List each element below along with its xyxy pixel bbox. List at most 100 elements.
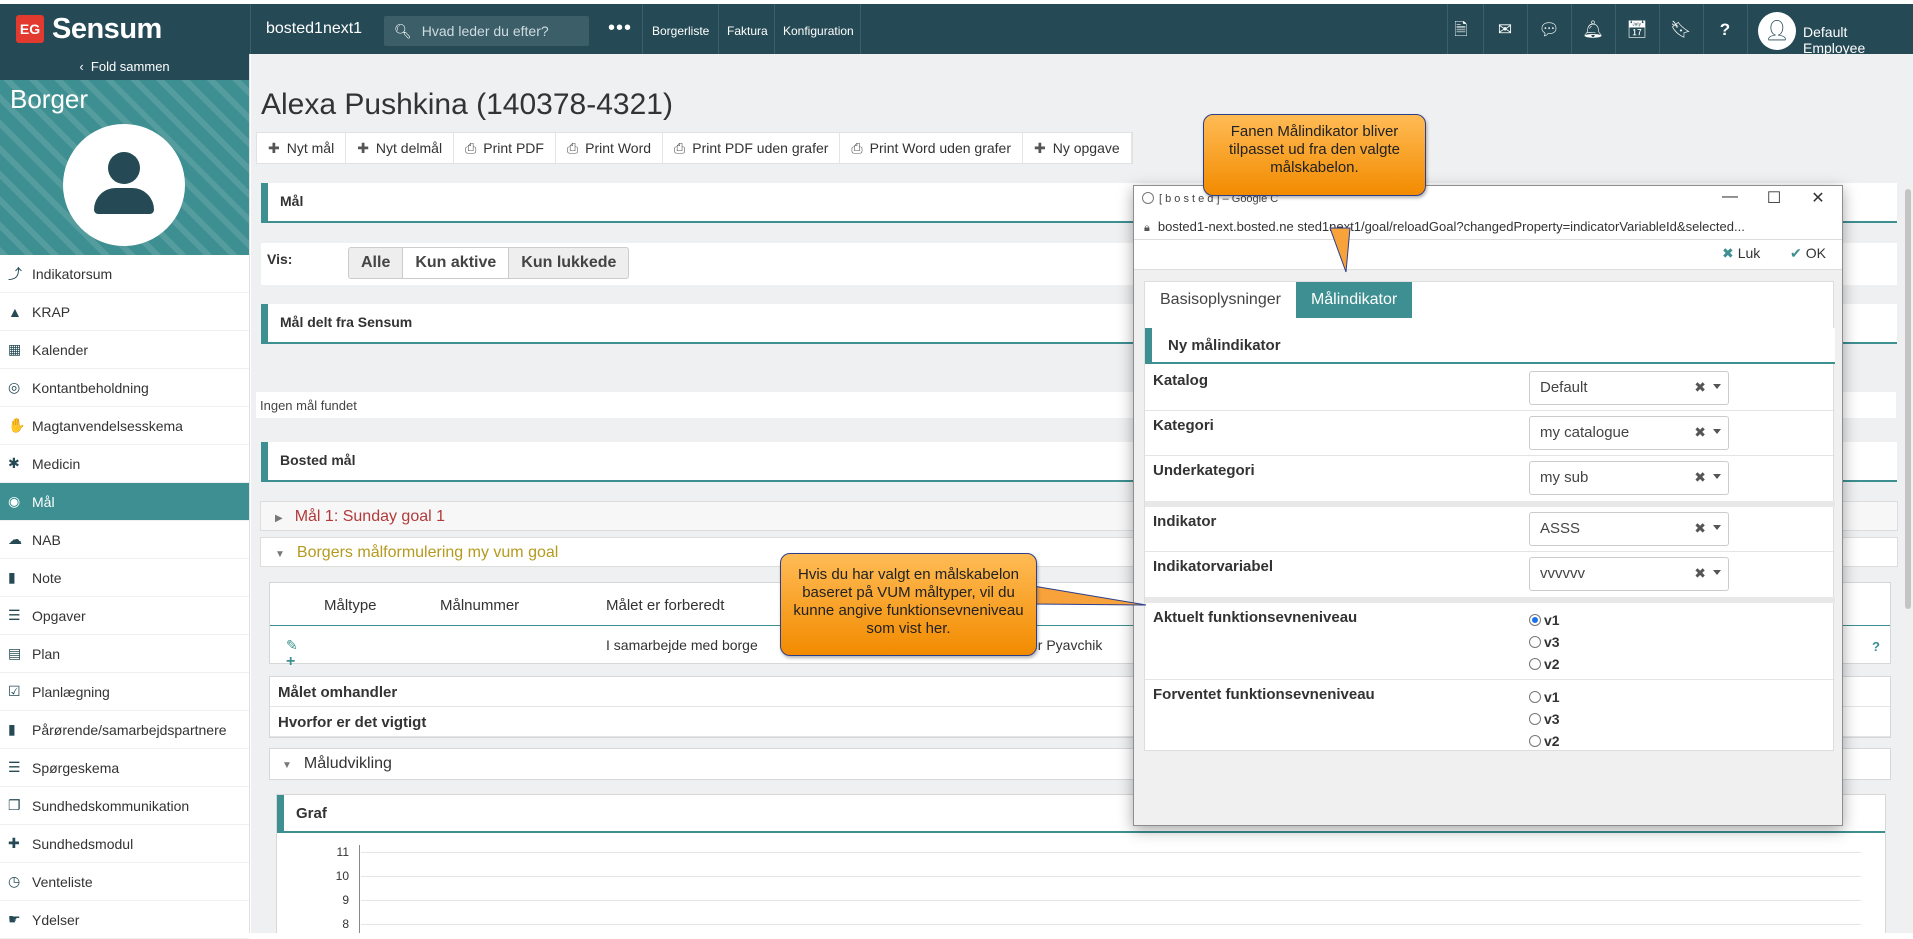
sidebar-item-venteliste[interactable]: ◷ Venteliste	[0, 863, 249, 901]
clear-icon[interactable]: ✖	[1694, 469, 1706, 486]
search-input[interactable]: 🔍︎ Hvad leder du efter?	[384, 16, 589, 46]
sidebar-item-kontantbeholdning[interactable]: ◎ Kontantbeholdning	[0, 369, 249, 407]
forventet-radio-v3[interactable]: v3	[1529, 708, 1560, 730]
nav-link-konfiguration[interactable]: Konfiguration	[783, 24, 854, 38]
aktuelt-radio-v2[interactable]: v2	[1529, 653, 1560, 675]
sidebar-item-sundhedskommunikation[interactable]: ❐ Sundhedskommunikation	[0, 787, 249, 825]
forventet-radio-v2[interactable]: v2	[1529, 730, 1560, 752]
sidebar-item-magtanvendelsesskema[interactable]: ✋ Magtanvendelsesskema	[0, 407, 249, 445]
indikatorvariabel-select[interactable]: vvvvvv ✖	[1529, 557, 1729, 591]
nav-link-borgerliste[interactable]: Borgerliste	[652, 24, 709, 38]
sidebar-item-kalender[interactable]: ▦ Kalender	[0, 331, 249, 369]
sidebar-item-plan[interactable]: ▤ Plan	[0, 635, 249, 673]
help-icon[interactable]: ?	[1714, 19, 1736, 41]
sidebar-item-nab[interactable]: ☁ NAB	[0, 521, 249, 559]
clear-icon[interactable]: ✖	[1694, 520, 1706, 537]
action-ny-opgave-button[interactable]: ✚ Ny opgave	[1023, 133, 1132, 163]
radio-circle[interactable]	[1529, 735, 1541, 747]
sidebar-item-label: Note	[32, 569, 62, 586]
action-label: Ny opgave	[1052, 140, 1120, 156]
action-nyt-mål-button[interactable]: ✚ Nyt mål	[257, 133, 347, 163]
page-scrollbar-thumb[interactable]	[1905, 189, 1911, 609]
sidebar-item-opgaver[interactable]: ☰ Opgaver	[0, 597, 249, 635]
user-avatar[interactable]: 👤︎	[1758, 12, 1796, 50]
radio-label: v2	[1544, 733, 1560, 749]
close-button[interactable]: ✖ Luk	[1722, 245, 1760, 262]
chat-icon[interactable]: 💬︎	[1538, 19, 1560, 41]
piggy-bank-icon: ◎	[8, 379, 21, 395]
mail-icon[interactable]: ✉︎	[1494, 19, 1516, 41]
logo[interactable]: EG Sensum	[16, 13, 162, 45]
more-menu-button[interactable]: •••	[608, 17, 632, 40]
sidebar-item-planlægning[interactable]: ☑ Planlægning	[0, 673, 249, 711]
user-name[interactable]: Default Employee	[1803, 24, 1913, 56]
dropdown-arrow-icon	[1713, 525, 1721, 530]
page-title: Alexa Pushkina (140378-4321)	[261, 88, 673, 121]
aktuelt-radio-v3[interactable]: v3	[1529, 631, 1560, 653]
add-plus-icon[interactable]: +	[286, 653, 295, 671]
aktuelt-radio-v1[interactable]: v1	[1529, 609, 1560, 631]
action-label: Nyt delmål	[375, 140, 443, 156]
katalog-select[interactable]: Default ✖	[1529, 371, 1729, 405]
action-print-pdf-button[interactable]: ⎙ Print PDF	[454, 133, 556, 163]
action-print-word-button[interactable]: ⎙ Print Word	[556, 133, 664, 163]
forventet-radio-v1[interactable]: v1	[1529, 686, 1560, 708]
nav-link-faktura[interactable]: Faktura	[727, 24, 768, 38]
sidebar-item-mål[interactable]: ◉ Mål	[0, 483, 249, 521]
minimize-icon[interactable]: —	[1718, 188, 1742, 206]
field-row-aktuelt: Aktuelt funktionsevneniveau v1 v3 v2	[1145, 603, 1835, 680]
close-window-icon[interactable]: ✕	[1806, 188, 1830, 208]
clear-icon[interactable]: ✖	[1694, 379, 1706, 396]
sidebar-item-label: Opgaver	[32, 607, 86, 624]
citizen-avatar[interactable]	[63, 124, 185, 246]
target-icon: ◉	[8, 493, 21, 509]
filter-option-kun-lukkede[interactable]: Kun lukkede	[509, 248, 628, 278]
action-nyt-delmål-button[interactable]: ✚ Nyt delmål	[346, 133, 455, 163]
help-question-icon[interactable]: ?	[1872, 639, 1880, 654]
bookmark-icon[interactable]: 🔖︎	[1670, 19, 1692, 41]
action-print-word-uden-grafer-button[interactable]: ⎙ Print Word uden grafer	[840, 133, 1023, 163]
filter-option-kun-aktive[interactable]: Kun aktive	[403, 248, 510, 278]
tenant-name[interactable]: bosted1next1	[266, 20, 362, 38]
sidebar-item-krap[interactable]: ▲ KRAP	[0, 293, 249, 331]
action-print-pdf-uden-grafer-button[interactable]: ⎙ Print PDF uden grafer	[663, 133, 841, 163]
ok-button[interactable]: ✔ OK	[1790, 245, 1826, 262]
field-row-forventet: Forventet funktionsevneniveau v1 v3 v2	[1145, 680, 1835, 752]
bell-icon[interactable]: 🔔︎	[1582, 19, 1604, 41]
radio-circle[interactable]	[1529, 713, 1541, 725]
tab-basisoplysninger[interactable]: Basisoplysninger	[1145, 282, 1296, 318]
document-icon[interactable]: 🗎︎	[1450, 19, 1472, 41]
indikator-select[interactable]: ASSS ✖	[1529, 512, 1729, 546]
list-icon: ☰	[8, 759, 21, 775]
clipboard-icon: ▤	[8, 645, 22, 661]
edit-pencil-icon[interactable]: ✎	[286, 637, 298, 654]
search-icon: 🔍︎	[394, 22, 412, 39]
y-tick-9: 9	[342, 893, 349, 907]
lock-icon: 🔒︎	[1144, 222, 1150, 234]
sidebar-item-label: Sundhedskommunikation	[32, 797, 190, 814]
underkategori-select[interactable]: my sub ✖	[1529, 461, 1729, 495]
radio-circle[interactable]	[1529, 614, 1541, 626]
fold-button[interactable]: ‹ Fold sammen	[0, 54, 249, 80]
clear-icon[interactable]: ✖	[1694, 424, 1706, 441]
filter-option-alle[interactable]: Alle	[349, 248, 404, 278]
radio-circle[interactable]	[1529, 636, 1541, 648]
radio-circle[interactable]	[1529, 691, 1541, 703]
sidebar-item-ydelser[interactable]: ☛ Ydelser	[0, 901, 249, 939]
sidebar-item-indikatorsum[interactable]: ⤴ Indikatorsum	[0, 255, 249, 293]
tab-malindikator[interactable]: Målindikator	[1295, 282, 1413, 318]
sidebar-item-spørgeskema[interactable]: ☰ Spørgeskema	[0, 749, 249, 787]
field-label-aktuelt: Aktuelt funktionsevneniveau	[1153, 609, 1358, 626]
sidebar-item-sundhedsmodul[interactable]: ✚ Sundhedsmodul	[0, 825, 249, 863]
sidebar-item-note[interactable]: ▮ Note	[0, 559, 249, 597]
address-bar[interactable]: 🔒︎ bosted1-next.bosted.ne sted1next1/goal…	[1134, 214, 1842, 240]
cloud-icon: ☁	[8, 531, 22, 547]
clear-icon[interactable]: ✖	[1694, 565, 1706, 582]
sidebar-item-medicin[interactable]: ✱ Medicin	[0, 445, 249, 483]
popup-window: [ b o s t e d ] – Google C — ☐ ✕ 🔒︎ boste…	[1133, 185, 1843, 826]
radio-circle[interactable]	[1529, 658, 1541, 670]
maximize-icon[interactable]: ☐	[1762, 188, 1786, 208]
sidebar-item-pårørende-samarbejdspartnere[interactable]: ▮ Pårørende/samarbejdspartnere	[0, 711, 249, 749]
kategori-select[interactable]: my catalogue ✖	[1529, 416, 1729, 450]
calendar-icon[interactable]: 📅︎	[1626, 19, 1648, 41]
